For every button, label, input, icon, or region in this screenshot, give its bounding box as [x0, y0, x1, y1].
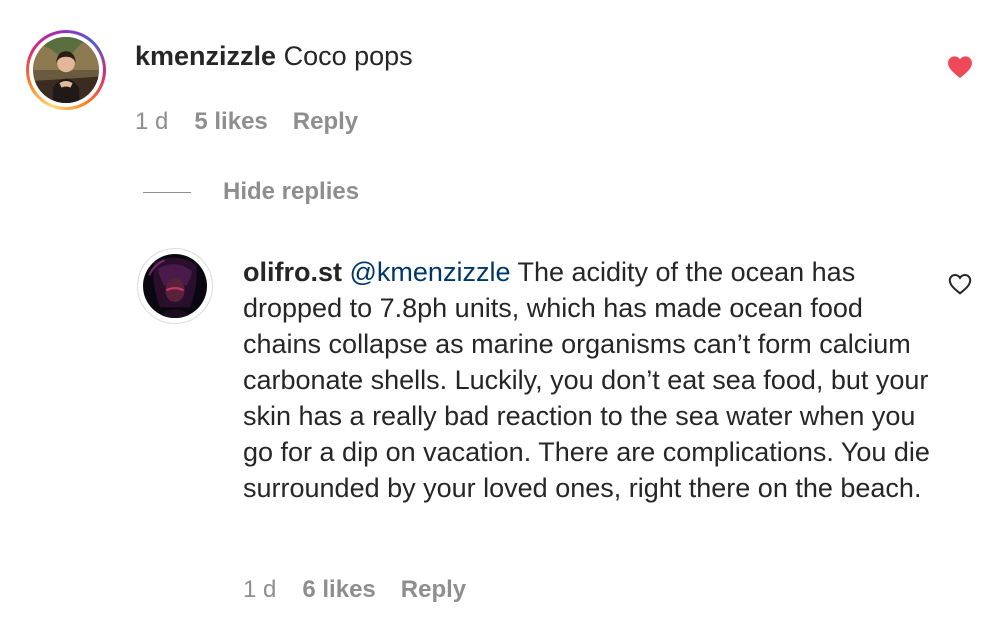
avatar[interactable] — [137, 248, 213, 324]
comment-text: Coco pops — [283, 41, 413, 71]
comment-body: kmenzizzle Coco pops — [135, 38, 413, 74]
comment-timestamp[interactable]: 1 d — [135, 108, 168, 136]
divider-line — [143, 191, 191, 193]
hide-replies-label[interactable]: Hide replies — [223, 178, 359, 206]
reply-username[interactable]: olifro.st — [243, 257, 342, 287]
hide-replies-toggle[interactable]: Hide replies — [143, 178, 359, 206]
reply-timestamp[interactable]: 1 d — [243, 576, 276, 604]
avatar[interactable] — [26, 30, 106, 110]
mention-link[interactable]: @kmenzizzle — [350, 257, 511, 287]
reply-button[interactable]: Reply — [401, 576, 466, 604]
reply-meta: 1 d 6 likes Reply — [243, 576, 466, 604]
heart-filled-icon[interactable] — [947, 55, 973, 84]
avatar-photo — [143, 254, 207, 318]
comment-likes-count[interactable]: 5 likes — [194, 108, 267, 136]
reply-text: The acidity of the ocean has dropped to … — [243, 257, 930, 503]
comment-username[interactable]: kmenzizzle — [135, 41, 276, 71]
reply-button[interactable]: Reply — [293, 108, 358, 136]
heart-outline-icon[interactable] — [948, 273, 972, 300]
reply-body: olifro.st @kmenzizzle The acidity of the… — [243, 254, 933, 506]
reply-likes-count[interactable]: 6 likes — [302, 576, 375, 604]
avatar-photo — [33, 37, 99, 103]
comment-meta: 1 d 5 likes Reply — [135, 108, 358, 136]
